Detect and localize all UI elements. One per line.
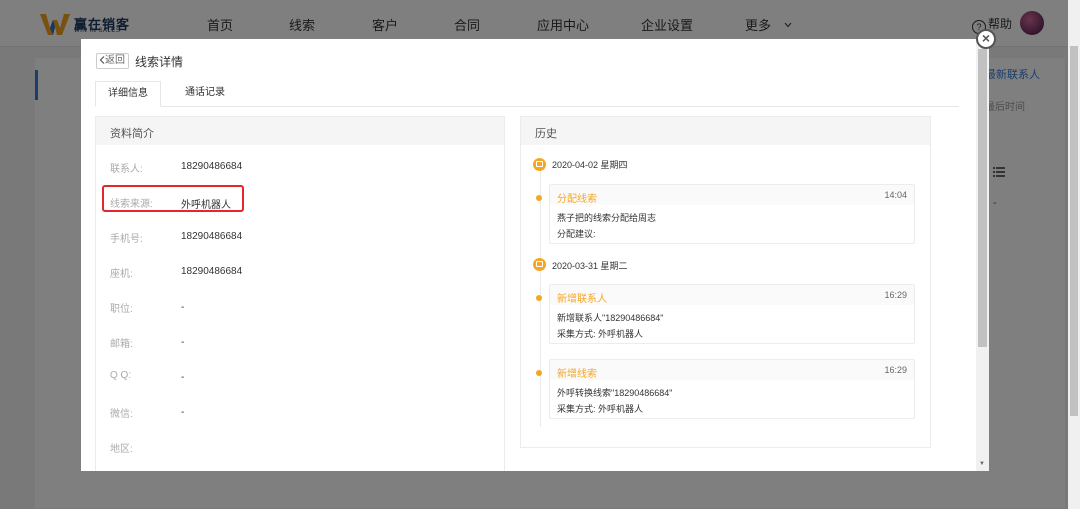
close-icon: × [981, 30, 991, 46]
back-button-label: 返回 [105, 55, 125, 66]
history-panel-title: 历史 [535, 128, 557, 140]
field-label-landline: 座机: [110, 269, 133, 280]
timeline-event-card: 分配线索 14:04 燕子把的线索分配给周志 分配建议: [549, 184, 915, 244]
back-button[interactable]: 返回 [96, 53, 129, 69]
modal-scrollbar[interactable]: ▲ ▼ [976, 39, 989, 471]
history-panel-header: 历史 [521, 117, 930, 145]
event-detail-line: 外呼转换线索"18290486684" [557, 388, 673, 398]
field-value-qq: - [181, 372, 185, 383]
modal-title: 线索详情 [135, 55, 184, 69]
event-title: 新增联系人 [557, 294, 607, 305]
calendar-icon [533, 158, 546, 171]
tab-call-records[interactable]: 通话记录 [172, 81, 238, 105]
event-detail-line: 采集方式: 外呼机器人 [557, 404, 644, 414]
event-time: 16:29 [884, 365, 907, 375]
event-card-header: 分配线索 14:04 [550, 185, 914, 205]
event-card-header: 新增线索 16:29 [550, 360, 914, 380]
event-time: 14:04 [884, 190, 907, 200]
field-label-qq: Q Q: [110, 370, 132, 381]
modal-scrollbar-thumb[interactable] [978, 49, 987, 347]
field-value-landline: 18290486684 [181, 266, 243, 277]
timeline-dot [536, 370, 542, 376]
profile-panel: 资料简介 联系人: 18290486684 线索来源: 外呼机器人 手机号: 1… [95, 116, 505, 471]
history-panel: 历史 2020-04-02 星期四 分配线索 14:04 燕子把的线索分配给周志… [520, 116, 931, 448]
event-detail-line: 燕子把的线索分配给周志 [557, 213, 657, 223]
detail-tabs: 详细信息 通话记录 [95, 81, 959, 107]
timeline-dot [536, 195, 542, 201]
page-scrollbar-thumb[interactable] [1070, 46, 1078, 416]
timeline-date: 2020-04-02 星期四 [552, 160, 628, 170]
calendar-icon [533, 258, 546, 271]
page-scrollbar[interactable] [1068, 0, 1080, 509]
profile-panel-title: 资料简介 [110, 128, 154, 140]
event-detail-line: 新增联系人"18290486684" [557, 313, 664, 323]
event-title: 新增线索 [557, 369, 597, 380]
event-detail-line: 采集方式: 外呼机器人 [557, 329, 644, 339]
field-value-wechat: - [181, 407, 185, 418]
field-label-email: 邮箱: [110, 339, 133, 350]
field-value-position: - [181, 302, 185, 313]
profile-panel-header: 资料简介 [96, 117, 504, 145]
timeline-date: 2020-03-31 星期二 [552, 261, 628, 271]
field-label-region: 地区: [110, 444, 133, 455]
event-title: 分配线索 [557, 194, 597, 205]
lead-detail-modal: 返回 线索详情 详细信息 通话记录 资料简介 联系人: 18290486684 … [81, 39, 989, 471]
event-detail-line: 分配建议: [557, 229, 596, 239]
field-label-position: 职位: [110, 304, 133, 315]
field-label-mobile: 手机号: [110, 234, 143, 245]
field-label-wechat: 微信: [110, 409, 133, 420]
event-time: 16:29 [884, 290, 907, 300]
field-label-contact: 联系人: [110, 164, 143, 175]
timeline-event-card: 新增线索 16:29 外呼转换线索"18290486684" 采集方式: 外呼机… [549, 359, 915, 419]
field-value-email: - [181, 337, 185, 348]
close-button[interactable]: × [976, 29, 996, 49]
tab-details[interactable]: 详细信息 [95, 81, 161, 107]
scroll-down-arrow-icon[interactable]: ▼ [979, 461, 985, 467]
field-value-mobile: 18290486684 [181, 231, 243, 242]
event-card-header: 新增联系人 16:29 [550, 285, 914, 305]
timeline-event-card: 新增联系人 16:29 新增联系人"18290486684" 采集方式: 外呼机… [549, 284, 915, 344]
lead-source-highlight-box [102, 185, 244, 212]
timeline-dot [536, 295, 542, 301]
field-value-contact: 18290486684 [181, 161, 243, 172]
